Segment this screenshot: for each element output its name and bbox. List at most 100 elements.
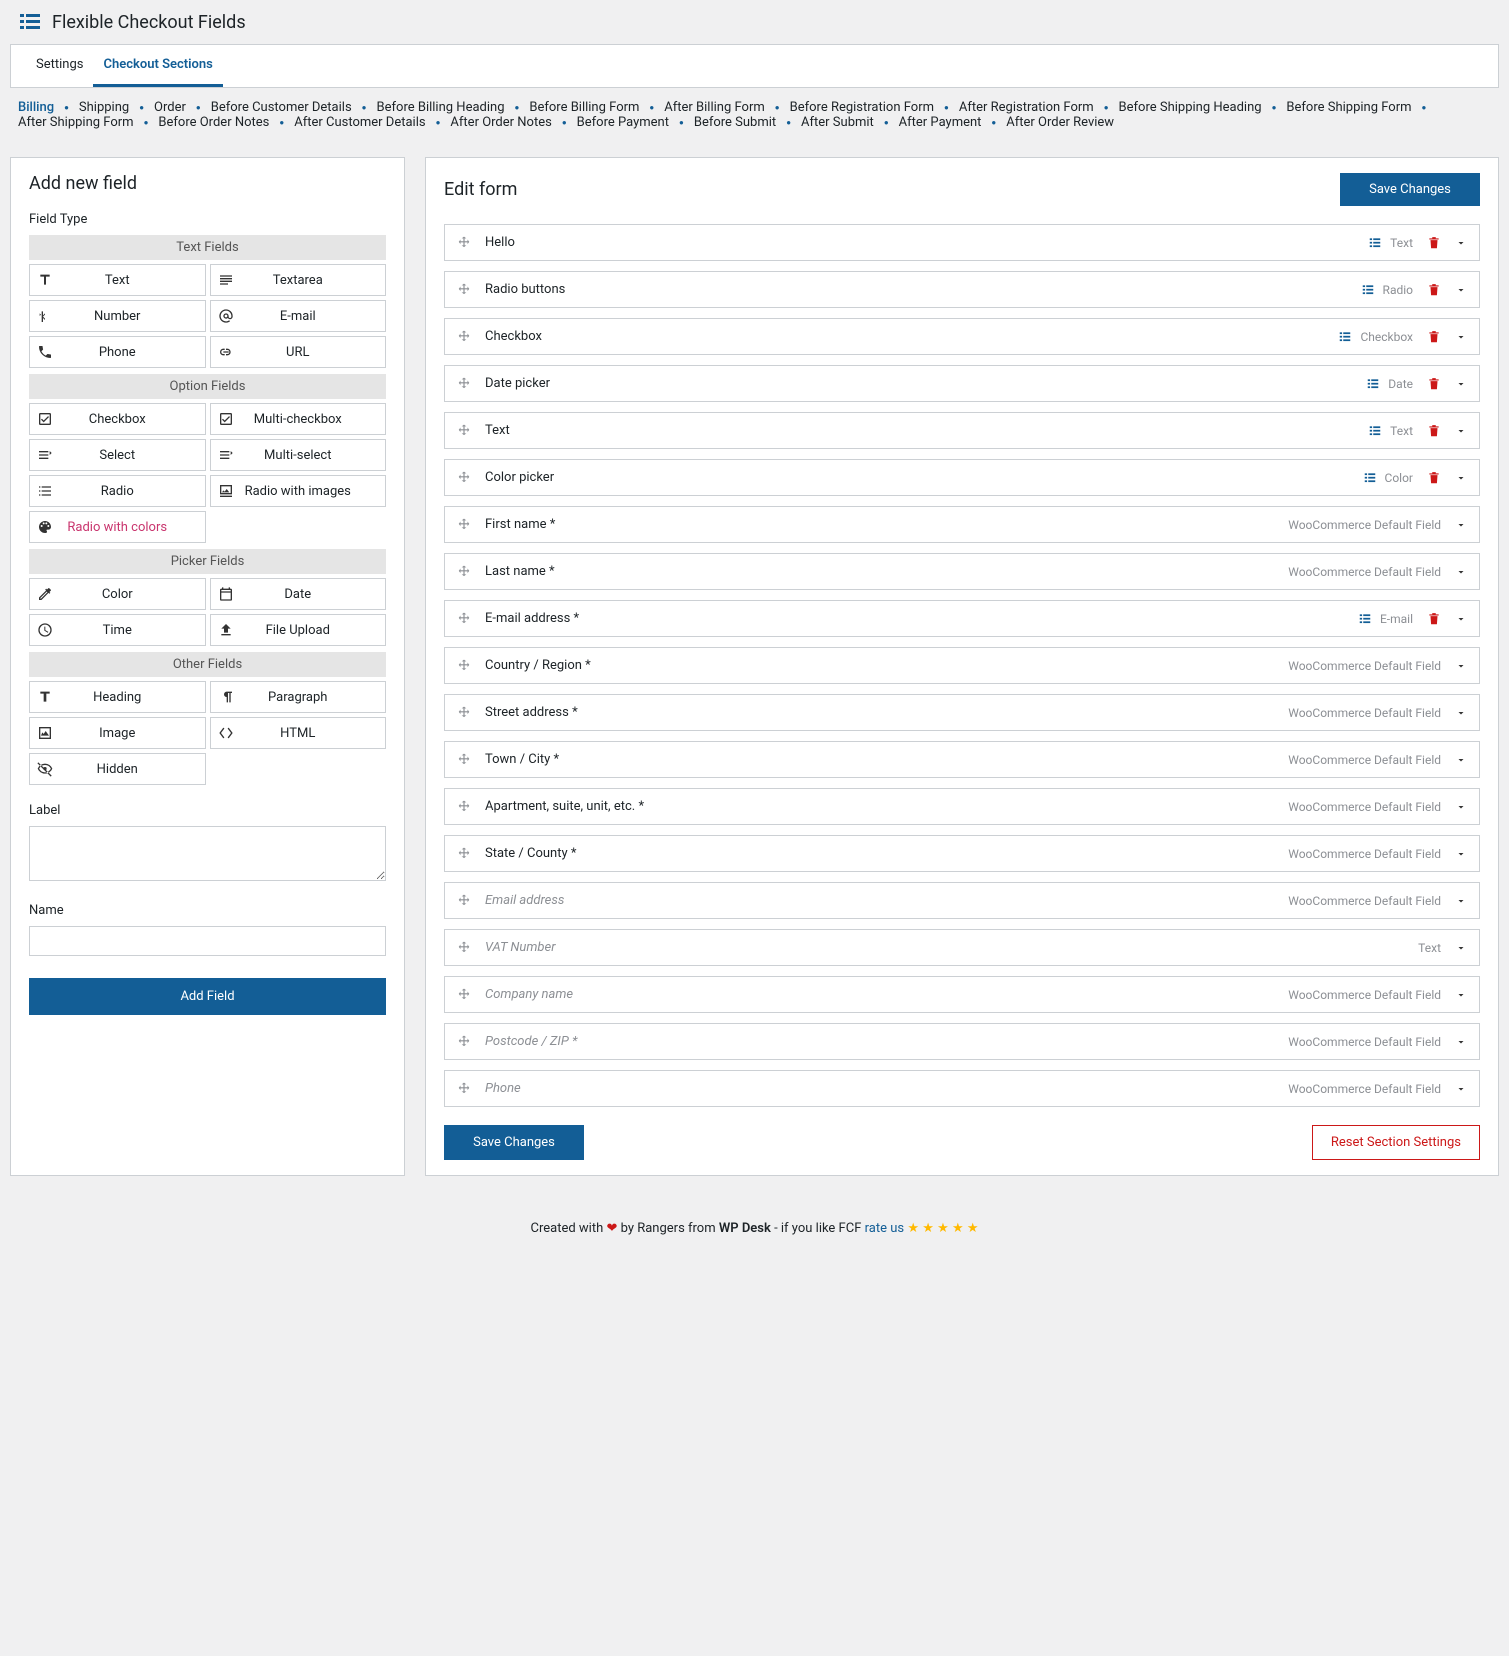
field-type-paragraph[interactable]: Paragraph	[210, 681, 387, 713]
section-link-before-billing-heading[interactable]: Before Billing Heading	[377, 100, 505, 115]
chevron-down-icon[interactable]	[1455, 1036, 1467, 1048]
field-type-radio-with-colors[interactable]: Radio with colors	[29, 511, 206, 543]
drag-handle-icon[interactable]	[457, 612, 471, 626]
field-type-multi-select[interactable]: Multi-select	[210, 439, 387, 471]
section-link-after-payment[interactable]: After Payment	[899, 115, 982, 130]
field-type-checkbox[interactable]: Checkbox	[29, 403, 206, 435]
field-type-badge: Checkbox	[1360, 330, 1413, 344]
field-type-hidden[interactable]: Hidden	[29, 753, 206, 785]
section-link-after-submit[interactable]: After Submit	[801, 115, 874, 130]
trash-icon[interactable]	[1427, 471, 1441, 485]
chevron-down-icon[interactable]	[1455, 472, 1467, 484]
drag-handle-icon[interactable]	[457, 894, 471, 908]
section-link-after-order-review[interactable]: After Order Review	[1006, 115, 1114, 130]
section-link-after-billing-form[interactable]: After Billing Form	[664, 100, 765, 115]
tab-settings[interactable]: Settings	[26, 45, 93, 87]
trash-icon[interactable]	[1427, 612, 1441, 626]
section-link-after-customer-details[interactable]: After Customer Details	[294, 115, 425, 130]
drag-handle-icon[interactable]	[457, 941, 471, 955]
chevron-down-icon[interactable]	[1455, 237, 1467, 249]
drag-handle-icon[interactable]	[457, 236, 471, 250]
section-link-order[interactable]: Order	[154, 100, 186, 115]
field-type-file-upload[interactable]: File Upload	[210, 614, 387, 646]
chevron-down-icon[interactable]	[1455, 801, 1467, 813]
chevron-down-icon[interactable]	[1455, 942, 1467, 954]
section-link-before-order-notes[interactable]: Before Order Notes	[158, 115, 269, 130]
field-type-phone[interactable]: Phone	[29, 336, 206, 368]
field-type-date[interactable]: Date	[210, 578, 387, 610]
field-type-heading[interactable]: Heading	[29, 681, 206, 713]
chevron-down-icon[interactable]	[1455, 660, 1467, 672]
field-type-color[interactable]: Color	[29, 578, 206, 610]
drag-handle-icon[interactable]	[457, 706, 471, 720]
rate-us-link[interactable]: rate us	[865, 1221, 904, 1236]
chevron-down-icon[interactable]	[1455, 331, 1467, 343]
field-type-select[interactable]: Select	[29, 439, 206, 471]
drag-handle-icon[interactable]	[457, 518, 471, 532]
field-type-html[interactable]: HTML	[210, 717, 387, 749]
section-link-before-payment[interactable]: Before Payment	[577, 115, 669, 130]
drag-handle-icon[interactable]	[457, 565, 471, 579]
drag-handle-icon[interactable]	[457, 1082, 471, 1096]
drag-handle-icon[interactable]	[457, 988, 471, 1002]
chevron-down-icon[interactable]	[1455, 613, 1467, 625]
trash-icon[interactable]	[1427, 330, 1441, 344]
field-type-url[interactable]: URL	[210, 336, 387, 368]
section-link-before-billing-form[interactable]: Before Billing Form	[529, 100, 639, 115]
field-type-e-mail[interactable]: E-mail	[210, 300, 387, 332]
chevron-down-icon[interactable]	[1455, 284, 1467, 296]
drag-handle-icon[interactable]	[457, 424, 471, 438]
field-type-number[interactable]: Number	[29, 300, 206, 332]
drag-handle-icon[interactable]	[457, 471, 471, 485]
field-type-time[interactable]: Time	[29, 614, 206, 646]
drag-handle-icon[interactable]	[457, 1035, 471, 1049]
field-label-input[interactable]	[29, 826, 386, 881]
save-changes-bottom-button[interactable]: Save Changes	[444, 1125, 584, 1160]
chevron-down-icon[interactable]	[1455, 519, 1467, 531]
section-link-before-registration-form[interactable]: Before Registration Form	[790, 100, 934, 115]
section-link-billing[interactable]: Billing	[18, 100, 54, 115]
drag-handle-icon[interactable]	[457, 753, 471, 767]
drag-handle-icon[interactable]	[457, 800, 471, 814]
drag-handle-icon[interactable]	[457, 847, 471, 861]
field-type-multi-checkbox[interactable]: Multi-checkbox	[210, 403, 387, 435]
drag-handle-icon[interactable]	[457, 659, 471, 673]
section-link-after-registration-form[interactable]: After Registration Form	[959, 100, 1094, 115]
chevron-down-icon[interactable]	[1455, 707, 1467, 719]
tab-checkout-sections[interactable]: Checkout Sections	[93, 45, 222, 87]
field-type-textarea[interactable]: Textarea	[210, 264, 387, 296]
drag-handle-icon[interactable]	[457, 330, 471, 344]
section-link-before-submit[interactable]: Before Submit	[694, 115, 776, 130]
trash-icon[interactable]	[1427, 283, 1441, 297]
trash-icon[interactable]	[1427, 377, 1441, 391]
chevron-down-icon[interactable]	[1455, 378, 1467, 390]
chevron-down-icon[interactable]	[1455, 848, 1467, 860]
chevron-down-icon[interactable]	[1455, 566, 1467, 578]
field-type-badge: WooCommerce Default Field	[1288, 565, 1441, 579]
field-type-radio-with-images[interactable]: Radio with images	[210, 475, 387, 507]
section-link-before-shipping-heading[interactable]: Before Shipping Heading	[1119, 100, 1262, 115]
field-type-radio[interactable]: Radio	[29, 475, 206, 507]
trash-icon[interactable]	[1427, 424, 1441, 438]
chevron-down-icon[interactable]	[1455, 989, 1467, 1001]
chevron-down-icon[interactable]	[1455, 425, 1467, 437]
field-type-text[interactable]: Text	[29, 264, 206, 296]
section-link-after-shipping-form[interactable]: After Shipping Form	[18, 115, 134, 130]
section-link-shipping[interactable]: Shipping	[79, 100, 129, 115]
chevron-down-icon[interactable]	[1455, 754, 1467, 766]
sections-bar: Billing●Shipping●Order●Before Customer D…	[10, 88, 1499, 142]
save-changes-top-button[interactable]: Save Changes	[1340, 173, 1480, 206]
type-group-header: Option Fields	[29, 374, 386, 399]
section-link-before-shipping-form[interactable]: Before Shipping Form	[1286, 100, 1411, 115]
drag-handle-icon[interactable]	[457, 283, 471, 297]
trash-icon[interactable]	[1427, 236, 1441, 250]
drag-handle-icon[interactable]	[457, 377, 471, 391]
section-link-after-order-notes[interactable]: After Order Notes	[450, 115, 551, 130]
section-link-before-customer-details[interactable]: Before Customer Details	[211, 100, 352, 115]
field-name-input[interactable]	[29, 926, 386, 956]
chevron-down-icon[interactable]	[1455, 895, 1467, 907]
reset-section-button[interactable]: Reset Section Settings	[1312, 1125, 1480, 1160]
chevron-down-icon[interactable]	[1455, 1083, 1467, 1095]
field-type-image[interactable]: Image	[29, 717, 206, 749]
add-field-button[interactable]: Add Field	[29, 978, 386, 1015]
